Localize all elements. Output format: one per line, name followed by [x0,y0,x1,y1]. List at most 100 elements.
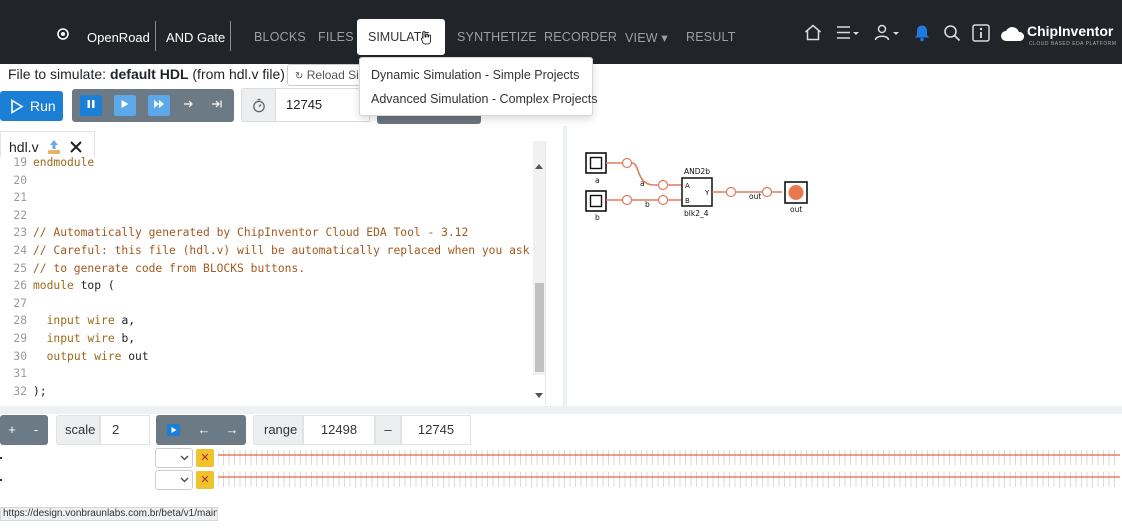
top-navbar: OpenRoad AND Gate BLOCKS FILES SIMULATE … [0,0,1122,64]
line-text: module top ( [33,279,115,293]
chipinventor-cloud-logo-icon [1000,25,1026,48]
nav-blocks[interactable]: BLOCKS [254,30,306,44]
schematic-svg: a b a b AND2b A B Y blk2_4 out out [585,152,808,222]
connector-b-2[interactable] [657,194,669,206]
output-led[interactable] [784,181,808,204]
navbar-divider [230,21,231,51]
reload-icon: ↻ [295,71,304,82]
design-name[interactable]: AND Gate [166,30,225,45]
input-block-b[interactable] [585,190,607,212]
signal-select[interactable] [155,448,193,468]
nav-simulate[interactable]: SIMULATE [357,19,445,55]
line-text: ); [33,384,47,398]
nav-recorder[interactable]: RECORDER [544,30,617,44]
run-button[interactable]: Run [0,91,63,121]
project-name[interactable]: OpenRoad [87,30,150,45]
line-number: 23 [13,226,27,240]
file-upload-icon[interactable] [47,139,61,155]
chevron-down-icon [180,455,189,461]
user-icon[interactable] [874,24,902,46]
panel-resize-handle[interactable] [563,126,567,406]
file-prefix: File to simulate: [8,66,107,82]
line-text: // Automatically generated by ChipInvent… [33,226,469,240]
waveform-signal-1 [218,450,1120,465]
step-end-button[interactable] [206,95,228,116]
nav-view[interactable]: VIEW ▾ [625,30,668,45]
play-outline-icon [11,99,24,114]
gate-pin-a: A [685,182,690,190]
close-icon[interactable] [70,141,82,153]
status-bar-url: https://design.vonbraunlabs.com.br/beta/… [0,507,218,521]
line-text: output wire out [46,349,149,363]
waveform-canvas [218,450,1120,487]
step-arrow-icon [184,100,193,108]
waveform-play-button[interactable] [156,415,190,445]
stopwatch-icon [253,98,265,113]
horizontal-resize-handle[interactable] [0,406,1122,414]
line-number: 30 [13,349,27,363]
chevron-down-icon [180,477,189,483]
input-block-a[interactable] [585,152,607,174]
zoom-in-button[interactable]: + [0,415,24,445]
mouse-cursor-icon [421,31,431,45]
line-text: // Careful: this file (hdl.v) will be au… [33,244,530,257]
menu-item-dynamic-simulation[interactable]: Dynamic Simulation - Simple Projects [371,68,579,82]
reload-button[interactable]: ↻ Reload Si [287,64,363,86]
home-icon[interactable] [804,24,822,46]
scale-input[interactable]: 2 [100,415,150,445]
line-number: 28 [13,314,27,328]
line-number: 26 [13,279,27,293]
line-number: 19 [13,156,27,169]
wire-b-label: b [645,200,650,209]
waveform-controls: + - scale 2 ← → range 12498 – 12745 [0,415,1122,445]
zoom-out-button[interactable]: - [24,415,48,445]
nav-synthetize[interactable]: SYNTHETIZE [457,30,537,44]
schematic-diagram: a b a b AND2b A B Y blk2_4 out out [568,128,1122,406]
chip-settings-icon[interactable] [56,27,70,46]
timer-addon [241,88,275,122]
nav-files[interactable]: FILES [318,30,354,44]
remove-signal-button[interactable]: ✕ [196,449,214,467]
input-b-label: b [595,213,600,222]
scroll-right-button[interactable]: → [218,415,246,445]
connector-out-2[interactable] [761,186,773,198]
bell-icon[interactable] [913,24,931,47]
play-button[interactable] [114,95,136,116]
connector-out-1[interactable] [725,186,737,198]
fast-forward-button[interactable] [148,95,170,116]
menu-item-advanced-simulation[interactable]: Advanced Simulation - Complex Projects [371,92,598,106]
step-button[interactable] [178,95,200,116]
pause-button[interactable] [80,95,102,116]
range-end-input[interactable]: 12745 [401,415,471,445]
search-icon[interactable] [943,24,961,47]
gate-type-label: AND2b [684,167,710,176]
scroll-up-arrow-icon[interactable] [535,163,543,169]
scroll-down-arrow-icon[interactable] [535,393,543,399]
simulate-dropdown-menu: Dynamic Simulation - Simple Projects Adv… [359,57,598,116]
line-number: 21 [13,191,27,205]
gate-instance-label: blk2_4 [684,209,709,218]
reload-label: Reload Si [306,68,359,82]
connector-b-1[interactable] [621,194,633,206]
info-icon[interactable] [972,24,990,47]
code-editor[interactable]: 19 endmodule 20 21 22 23 // Automatically gene… [0,156,544,406]
range-start-input[interactable]: 12498 [303,415,375,445]
remove-signal-button[interactable]: ✕ [196,471,214,489]
editor-tab-filename: hdl.v [9,139,39,155]
nav-result[interactable]: RESULT [686,30,736,44]
signal-select[interactable] [155,470,193,490]
output-label: out [790,205,802,214]
line-number: 20 [13,173,27,187]
line-number: 22 [13,208,27,222]
menu-icon[interactable] [836,24,860,46]
waveform-signal-2 [218,472,1120,487]
line-number: 24 [13,244,27,257]
connector-a-2[interactable] [657,179,669,191]
line-number: 25 [13,261,27,275]
simulation-time-input[interactable]: 12745 [275,88,370,122]
file-to-simulate-label: File to simulate: default HDL (from hdl.… [8,66,285,82]
scroll-left-button[interactable]: ← [190,415,218,445]
editor-scrollbar-thumb[interactable] [535,283,544,372]
line-number: 32 [13,384,27,398]
connector-a-1[interactable] [621,157,633,169]
